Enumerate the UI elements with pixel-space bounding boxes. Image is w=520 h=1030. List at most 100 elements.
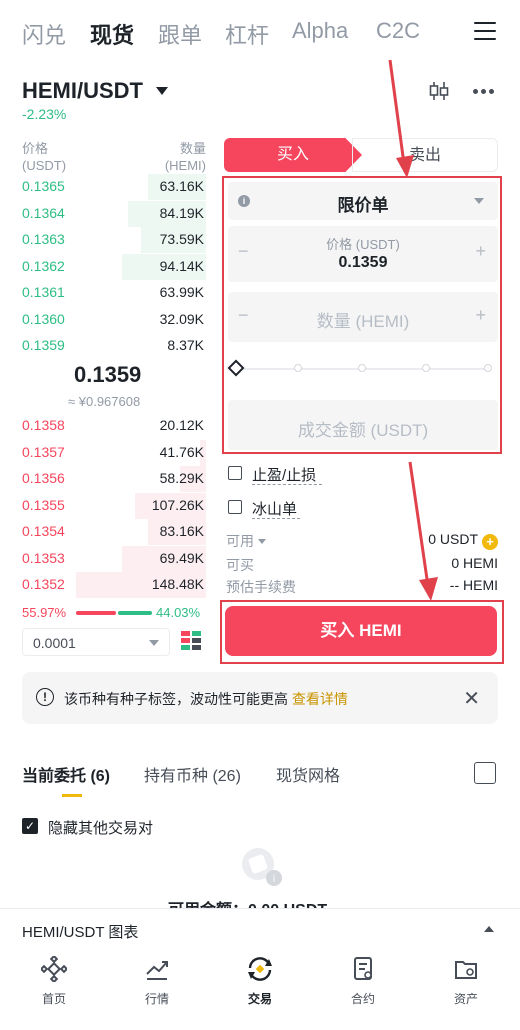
active-tab-underline xyxy=(62,794,82,797)
chart-title: HEMI/USDT 图表 xyxy=(22,924,139,941)
tab-c2c[interactable]: C2C xyxy=(376,18,420,44)
orderbook-qty: 84.19K xyxy=(159,204,204,221)
available-label[interactable]: 可用 xyxy=(226,531,266,551)
orderbook-qty: 20.12K xyxy=(159,417,204,433)
iceberg-label[interactable]: 冰山单 xyxy=(252,498,297,519)
notice-text: 该币种有种子标签，波动性可能更高 查看详情 xyxy=(64,691,348,707)
pair-dropdown-icon[interactable] xyxy=(156,87,168,95)
annotation-arrow-icon xyxy=(388,59,414,178)
sell-row[interactable]: 0.1356 58.29K xyxy=(0,466,206,492)
tab-margin[interactable]: 杠杆 xyxy=(225,18,269,50)
buy-row[interactable]: 0.1364 84.19K xyxy=(0,200,206,227)
tp-sl-underline xyxy=(252,484,322,485)
sell-ratio: 55.97% xyxy=(22,605,67,620)
sell-row[interactable]: 0.1355 107.26K xyxy=(0,492,206,519)
tab-open-orders[interactable]: 当前委托 (6) xyxy=(22,762,110,786)
fee-row: 预估手续费 -- HEMI xyxy=(226,577,498,595)
can-buy-row: 可买 0 HEMI xyxy=(226,555,498,573)
orderbook-qty: 63.99K xyxy=(159,284,204,300)
sell-row[interactable]: 0.1357 41.76K xyxy=(0,439,206,466)
futures-document-icon xyxy=(354,957,372,980)
nav-futures-label: 合约 xyxy=(350,992,375,1006)
price-change: -2.23% xyxy=(22,106,67,122)
orderbook-price: 0.1355 xyxy=(22,496,65,513)
order-form-highlight xyxy=(222,176,502,454)
sell-row[interactable]: 0.1353 69.49K xyxy=(0,545,206,572)
orderbook-qty: 41.76K xyxy=(159,443,204,460)
orderbook-qty: 69.49K xyxy=(159,549,204,566)
can-buy-value: 0 HEMI xyxy=(451,555,498,571)
menu-icon[interactable] xyxy=(474,22,496,42)
buy-row[interactable]: 0.1359 8.37K xyxy=(0,333,206,359)
annotation-arrow-icon xyxy=(408,461,438,601)
orderbook-price: 0.1358 xyxy=(22,417,65,433)
buy-row[interactable]: 0.1365 63.16K xyxy=(0,174,206,200)
nav-assets-label: 资产 xyxy=(453,992,478,1006)
orderbook-qty: 107.26K xyxy=(151,496,204,513)
precision-value: 0.0001 xyxy=(33,635,76,651)
available-row: 可用 0 USDT + xyxy=(226,531,498,551)
buy-row[interactable]: 0.1361 63.99K xyxy=(0,280,206,306)
nav-markets-label: 行情 xyxy=(144,992,169,1006)
hide-other-pairs-label[interactable]: 隐藏其他交易对 xyxy=(48,817,153,838)
orderbook-price-header: 价格 (USDT) xyxy=(22,141,67,173)
sell-row[interactable]: 0.1352 148.48K xyxy=(0,572,206,598)
buy-ratio-bar xyxy=(118,611,152,615)
precision-select[interactable]: 0.0001 xyxy=(22,628,170,656)
nav-trade[interactable]: 交易 xyxy=(220,956,300,1007)
orderbook-price: 0.1364 xyxy=(22,204,65,221)
nav-assets[interactable]: 资产 xyxy=(426,956,506,1007)
chart-toggle-bar[interactable]: HEMI/USDT 图表 xyxy=(0,908,520,948)
close-icon[interactable]: ✕ xyxy=(463,686,480,711)
buy-row[interactable]: 0.1363 73.59K xyxy=(0,227,206,253)
order-history-icon[interactable] xyxy=(474,762,496,784)
orderbook-price: 0.1362 xyxy=(22,257,65,274)
nav-home-label: 首页 xyxy=(41,992,66,1006)
orderbook-price: 0.1361 xyxy=(22,284,65,300)
tab-convert[interactable]: 闪兑 xyxy=(22,18,66,50)
orderbook-layout-icon[interactable] xyxy=(180,630,202,652)
seed-tag-notice: ! 该币种有种子标签，波动性可能更高 查看详情 ✕ xyxy=(22,672,498,724)
tp-sl-label[interactable]: 止盈/止损 xyxy=(252,464,316,485)
iceberg-underline xyxy=(252,518,300,519)
sell-row[interactable]: 0.1354 83.16K xyxy=(0,519,206,545)
nav-home[interactable]: 首页 xyxy=(14,956,94,1007)
deposit-plus-icon[interactable]: + xyxy=(482,534,498,550)
bottom-navigation: 首页 行情 交易 合约 资产 xyxy=(0,948,520,1030)
buy-row[interactable]: 0.1360 32.09K xyxy=(0,307,206,333)
candlestick-icon[interactable] xyxy=(428,80,450,102)
tab-alpha[interactable]: Alpha xyxy=(292,18,348,44)
orderbook-price: 0.1357 xyxy=(22,443,65,460)
fee-label: 预估手续费 xyxy=(226,579,296,595)
tp-sl-checkbox[interactable] xyxy=(228,466,242,480)
orderbook-price: 0.1352 xyxy=(22,576,65,592)
tab-spot-grid[interactable]: 现货网格 xyxy=(276,762,340,786)
pair-symbol[interactable]: HEMI/USDT xyxy=(22,78,143,104)
empty-state-icon: i xyxy=(242,848,282,886)
nav-futures[interactable]: 合约 xyxy=(323,956,403,1007)
hide-other-pairs-checkbox[interactable]: ✓ xyxy=(22,818,38,834)
iceberg-checkbox[interactable] xyxy=(228,500,242,514)
alert-icon: ! xyxy=(36,688,54,706)
mid-fiat-price: ≈ ¥0.967608 xyxy=(68,394,141,409)
orderbook-qty: 63.16K xyxy=(159,178,204,194)
sell-tab[interactable]: 卖出 xyxy=(352,138,498,172)
nav-markets[interactable]: 行情 xyxy=(117,956,197,1007)
buy-hemi-button[interactable]: 买入 HEMI xyxy=(225,606,497,656)
buy-row[interactable]: 0.1362 94.14K xyxy=(0,253,206,280)
trade-exchange-icon xyxy=(248,957,272,981)
notice-details-link[interactable]: 查看详情 xyxy=(292,691,348,707)
orderbook-qty: 83.16K xyxy=(159,523,204,539)
fee-value: -- HEMI xyxy=(449,577,498,593)
tab-copy-trading[interactable]: 跟单 xyxy=(158,18,202,50)
tab-spot[interactable]: 现货 xyxy=(90,18,134,50)
markets-chart-icon xyxy=(146,961,168,980)
tab-holdings[interactable]: 持有币种 (26) xyxy=(144,762,241,786)
sell-row[interactable]: 0.1358 20.12K xyxy=(0,413,206,439)
more-options-icon[interactable] xyxy=(473,89,497,95)
can-buy-label: 可买 xyxy=(226,557,254,573)
orderbook-price: 0.1363 xyxy=(22,231,65,247)
buy-tab[interactable]: 买入 xyxy=(224,138,362,172)
sell-ratio-bar xyxy=(76,611,116,615)
mid-price[interactable]: 0.1359 xyxy=(74,362,141,388)
